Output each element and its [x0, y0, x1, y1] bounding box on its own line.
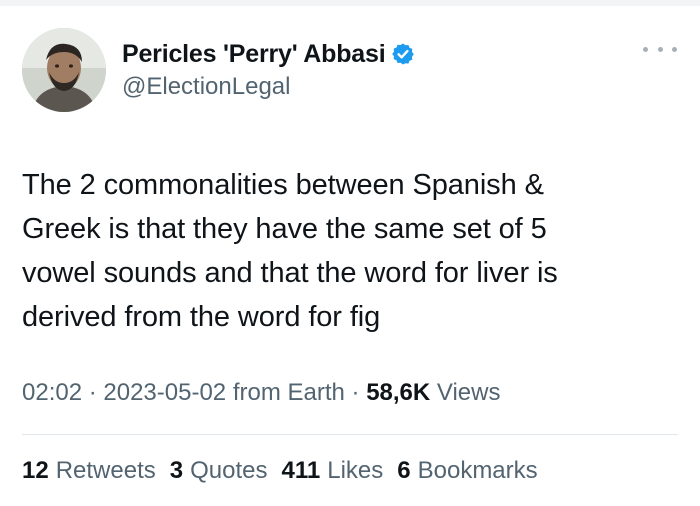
author-name-row: Pericles 'Perry' Abbasi [122, 38, 415, 70]
more-dot [643, 46, 648, 52]
stats-divider [22, 434, 678, 435]
quotes-label: Quotes [190, 457, 268, 484]
tweet-meta: 02:02 · 2023-05-02 from Earth · 58,6K Vi… [22, 379, 501, 407]
quotes-count: 3 [169, 457, 184, 484]
likes-label: Likes [327, 457, 384, 484]
views-count[interactable]: 58,6K [366, 379, 430, 406]
avatar[interactable] [22, 28, 106, 112]
bookmarks-label: Bookmarks [417, 457, 538, 484]
avatar-photo [22, 28, 106, 112]
more-dot [657, 46, 663, 52]
top-divider [0, 0, 700, 6]
views-label[interactable]: Views [430, 379, 501, 406]
tweet-time[interactable]: 02:02 [22, 379, 82, 406]
likes-count: 411 [281, 457, 321, 484]
tweet-text: The 2 commonalities between Spanish & Gr… [22, 169, 558, 333]
stat-quotes[interactable]: 3 Quotes [170, 457, 268, 485]
bookmarks-count: 6 [397, 457, 411, 484]
stat-bookmarks[interactable]: 6 Bookmarks [397, 457, 537, 485]
more-dot [672, 46, 677, 52]
verified-badge-icon[interactable] [391, 42, 415, 66]
author-display-name[interactable]: Pericles 'Perry' Abbasi [122, 40, 386, 69]
more-options-icon[interactable] [643, 40, 677, 58]
retweets-count: 12 [22, 457, 49, 484]
tweet-date[interactable]: 2023-05-02 [103, 379, 226, 406]
author-handle[interactable]: @ElectionLegal [122, 73, 290, 101]
stat-retweets[interactable]: 12 Retweets [22, 457, 156, 485]
meta-separator: · [82, 379, 104, 406]
stat-likes[interactable]: 411 Likes [282, 457, 384, 485]
meta-separator: · [344, 379, 367, 406]
engagement-stats: 12 Retweets 3 Quotes 411 Likes 6 Bookmar… [22, 457, 538, 485]
tweet-source: from Earth [226, 379, 345, 406]
retweets-label: Retweets [55, 457, 156, 484]
